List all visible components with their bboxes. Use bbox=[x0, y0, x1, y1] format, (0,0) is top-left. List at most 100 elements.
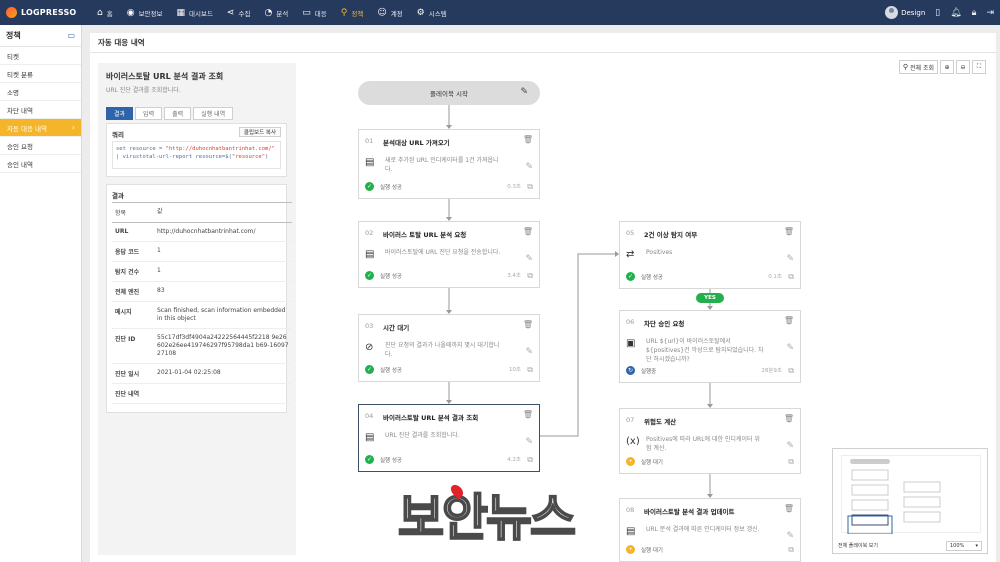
edit-icon[interactable]: ✎ bbox=[786, 254, 794, 264]
status-label: 실행 성공 bbox=[380, 367, 402, 374]
step-status: ✓ 실행 성공 bbox=[626, 272, 663, 281]
copy-icon[interactable]: ⧉ bbox=[788, 545, 794, 555]
step-title: 위험도 계산 bbox=[644, 418, 677, 426]
nav-label: 수집 bbox=[238, 9, 251, 18]
step-description: 진단 요청의 결과가 나올때까지 몇시 대기합니다. bbox=[385, 342, 500, 358]
nav-item-7[interactable]: ☺ 계정 bbox=[370, 0, 409, 25]
nav-label: 분석 bbox=[276, 9, 289, 18]
nav-item-4[interactable]: ◔ 분석 bbox=[257, 0, 295, 25]
sidebar-item-0[interactable]: 티켓 bbox=[0, 47, 81, 65]
sidebar-item-4[interactable]: 자동 대응 내역 bbox=[0, 119, 81, 137]
copy-icon[interactable]: ⧉ bbox=[527, 271, 533, 281]
flow-step-05[interactable]: 05 2건 이상 탐지 여부 🗑︎ ⇄ Positives ✎ ✓ 실행 성공 0.1초 ⧉ bbox=[619, 221, 801, 289]
zoom-select[interactable]: 100% ▾ bbox=[946, 541, 982, 551]
step-number: 03 bbox=[365, 322, 374, 330]
flow-step-01[interactable]: 01 분석대상 URL 가져오기 🗑︎ ▤ 새로 추가된 URL 인디케이터를 1건 가… bbox=[358, 129, 540, 199]
sidebar-header: 정책 ▭ bbox=[0, 25, 81, 47]
flow-step-03[interactable]: 03 시간 대기 🗑︎ ⊘ 진단 요청의 결과가 나올때까지 몇시 대기합니다. ✎ ✓ 실행… bbox=[358, 314, 540, 382]
step-description: Positives에 따라 URL에 대한 인디케이터 위험 계산. bbox=[646, 436, 760, 452]
flow-step-02[interactable]: 02 바이러스 토탈 URL 분석 요청 🗑︎ ▤ 바이러스토탈에 URL 진단 요청을… bbox=[358, 221, 540, 288]
nav-label: 정책 bbox=[351, 9, 364, 18]
minimap-preview bbox=[841, 455, 981, 535]
step-status: ✓ 실행 성공 bbox=[365, 455, 402, 464]
minimap[interactable]: 전체 플레이북 보기 100% ▾ bbox=[832, 448, 988, 554]
edit-icon[interactable]: ✎ bbox=[786, 343, 794, 353]
nav-item-0[interactable]: ⌂ 홈 bbox=[90, 0, 120, 25]
status-ok-icon: ✓ bbox=[365, 365, 374, 374]
formula-icon: (x) bbox=[626, 436, 640, 447]
nav-item-1[interactable]: ◉ 보안정보 bbox=[120, 0, 170, 25]
sidebar-item-3[interactable]: 차단 내역 bbox=[0, 101, 81, 119]
step-number: 06 bbox=[626, 318, 635, 326]
edit-icon[interactable]: ✎ bbox=[786, 441, 794, 451]
copy-icon[interactable]: ⧉ bbox=[788, 272, 794, 282]
nav-item-3[interactable]: ⋖ 수집 bbox=[220, 0, 258, 25]
copy-icon[interactable]: ⧉ bbox=[527, 182, 533, 192]
trash-icon[interactable]: 🗑︎ bbox=[523, 410, 533, 419]
edit-icon[interactable]: ✎ bbox=[525, 437, 533, 447]
trash-icon[interactable]: 🗑︎ bbox=[784, 316, 794, 325]
step-duration: 10초 bbox=[508, 367, 521, 373]
copy-icon[interactable]: ⧉ bbox=[788, 366, 794, 376]
lock-icon[interactable]: 🔒︎ bbox=[972, 8, 977, 18]
flow-step-07[interactable]: 07 위험도 계산 🗑︎ (x) Positives에 따라 URL에 대한 인디케이터… bbox=[619, 408, 801, 474]
yes-branch-badge: YES bbox=[696, 293, 724, 303]
chevron-down-icon: ▾ bbox=[975, 543, 978, 549]
status-ok-icon: ✓ bbox=[626, 272, 635, 281]
sidebar-item-5[interactable]: 승인 요청 bbox=[0, 137, 81, 155]
flow-step-04[interactable]: 04 바이러스토탈 URL 분석 결과 조회 🗑︎ ▤ URL 진단 결과를 조회합니다… bbox=[358, 404, 540, 472]
copy-icon[interactable]: ⧉ bbox=[788, 457, 794, 467]
trash-icon[interactable]: 🗑︎ bbox=[784, 504, 794, 513]
step-number: 01 bbox=[365, 137, 374, 145]
mobile-icon[interactable]: ▯ bbox=[935, 8, 940, 18]
step-status: • 실행 대기 bbox=[626, 457, 663, 466]
user-area: Design ▯ 🔔︎ 🔒︎ ⇥ bbox=[885, 0, 994, 25]
start-label: 플레이북 시작 bbox=[430, 90, 468, 98]
edit-icon[interactable]: ✎ bbox=[525, 347, 533, 357]
trash-icon[interactable]: 🗑︎ bbox=[523, 135, 533, 144]
copy-icon[interactable]: ⧉ bbox=[527, 365, 533, 375]
status-label: 실행 성공 bbox=[380, 273, 402, 280]
user-menu[interactable]: Design bbox=[885, 6, 925, 19]
step-description: 새로 추가된 URL 인디케이터를 1건 가져옵니다. bbox=[385, 157, 499, 173]
flow-step-08[interactable]: 08 바이러스토탈 분석 결과 업데이트 🗑︎ ▤ URL 분석 결과에 따른 인디케이… bbox=[619, 498, 801, 562]
logo-mark-icon bbox=[6, 7, 17, 18]
sidebar-item-1[interactable]: 티켓 분류 bbox=[0, 65, 81, 83]
logout-icon[interactable]: ⇥ bbox=[986, 8, 994, 18]
trash-icon[interactable]: 🗑︎ bbox=[523, 320, 533, 329]
logo[interactable]: LOGPRESSO bbox=[0, 7, 90, 18]
step-status: ✓ 실행 성공 bbox=[365, 271, 402, 280]
edit-icon[interactable]: ✎ bbox=[786, 531, 794, 541]
nav-item-2[interactable]: ▦ 대시보드 bbox=[169, 0, 219, 25]
copy-icon[interactable]: ⧉ bbox=[527, 455, 533, 465]
sidebar-item-2[interactable]: 소명 bbox=[0, 83, 81, 101]
step-description: URL 진단 결과를 조회합니다. bbox=[385, 432, 460, 439]
status-ok-icon: ✓ bbox=[365, 182, 374, 191]
avatar bbox=[885, 6, 899, 19]
trash-icon[interactable]: 🗑︎ bbox=[784, 227, 794, 236]
status-label: 실행 성공 bbox=[380, 184, 402, 191]
step-duration: 0.1초 bbox=[768, 274, 782, 280]
status-label: 실행 대기 bbox=[641, 547, 663, 554]
document-icon: ▤ bbox=[365, 432, 375, 443]
sidebar-item-6[interactable]: 승인 내역 bbox=[0, 155, 81, 173]
edit-icon[interactable]: ✎ bbox=[525, 162, 533, 172]
gear-icon: ⚙ bbox=[416, 7, 425, 18]
dashboard-icon: ▦ bbox=[176, 7, 185, 18]
nav-item-6[interactable]: ⚲ 정책 bbox=[334, 0, 371, 25]
monitor-icon[interactable]: ▭ bbox=[67, 31, 75, 40]
nav-item-5[interactable]: ▭ 대응 bbox=[295, 0, 333, 25]
nav-item-8[interactable]: ⚙ 시스템 bbox=[410, 0, 454, 25]
step-status: ↻ 실행중 bbox=[626, 366, 656, 375]
step-number: 07 bbox=[626, 416, 635, 424]
playbook-start-node[interactable]: 플레이북 시작 ✎ bbox=[358, 81, 540, 105]
edit-icon[interactable]: ✎ bbox=[525, 254, 533, 264]
step-title: 2건 이상 탐지 여부 bbox=[644, 231, 698, 239]
bell-icon[interactable]: 🔔︎ bbox=[950, 8, 961, 18]
edit-icon[interactable]: ✎ bbox=[520, 87, 528, 97]
step-status: ✓ 실행 성공 bbox=[365, 365, 402, 374]
shield-icon: ◉ bbox=[126, 7, 135, 18]
trash-icon[interactable]: 🗑︎ bbox=[784, 414, 794, 423]
trash-icon[interactable]: 🗑︎ bbox=[523, 227, 533, 236]
flow-step-06[interactable]: 06 차단 승인 요청 🗑︎ ▣ URL ${url}이 바이러스토탈에서 ${posi… bbox=[619, 310, 801, 383]
